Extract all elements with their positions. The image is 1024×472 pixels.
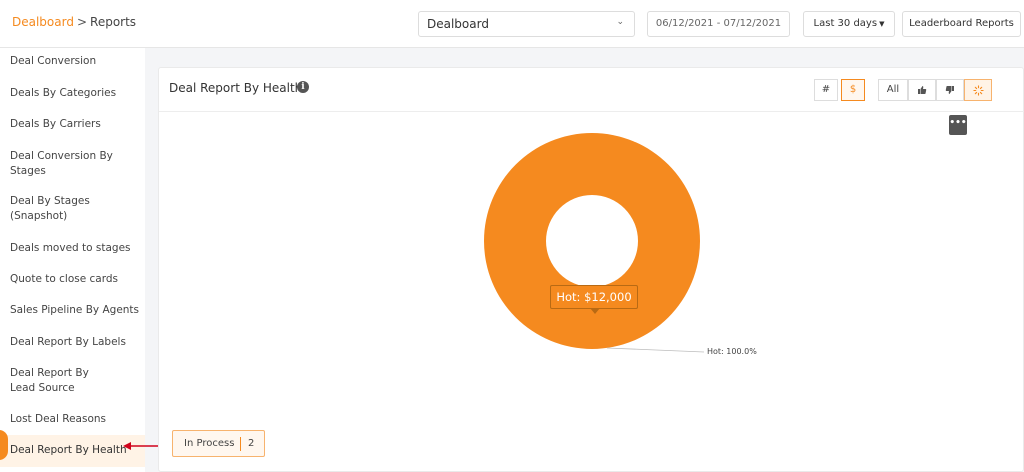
breadcrumb-current: Reports bbox=[90, 15, 137, 29]
sidebar-item-deal-report-by-lead-source[interactable]: Deal Report By Lead Source bbox=[0, 366, 115, 396]
breadcrumb: Dealboard > Reports bbox=[12, 15, 136, 29]
period-label: Last 30 days bbox=[813, 18, 878, 29]
slice-label-hot: Hot: 100.0% bbox=[707, 347, 757, 356]
caret-down-icon: ▼ bbox=[879, 20, 885, 28]
sidebar-item-deals-by-categories[interactable]: Deals By Categories bbox=[0, 86, 145, 101]
status-count: 2 bbox=[248, 438, 255, 449]
sidebar-item-deals-moved-to-stages[interactable]: Deals moved to stages bbox=[0, 241, 145, 256]
sidebar-item-deal-report-by-labels[interactable]: Deal Report By Labels bbox=[0, 335, 145, 350]
chevron-down-icon: ⌄ bbox=[616, 17, 624, 27]
leaderboard-reports-button[interactable]: Leaderboard Reports bbox=[902, 11, 1021, 37]
period-dropdown-button[interactable]: Last 30 days ▼ bbox=[803, 11, 895, 37]
status-chip-in-process[interactable]: In Process 2 bbox=[172, 430, 265, 457]
sidebar-item-sales-pipeline-by-agents[interactable]: Sales Pipeline By Agents bbox=[0, 303, 145, 318]
date-range-input[interactable]: 06/12/2021 - 07/12/2021 bbox=[647, 11, 790, 37]
donut-slice-hot[interactable] bbox=[484, 133, 700, 349]
sidebar-item-deal-conversion-by-stages[interactable]: Deal Conversion By Stages bbox=[0, 149, 120, 179]
top-bar: Dealboard > Reports Dealboard ⌄ 06/12/2021… bbox=[0, 0, 1024, 48]
chart-tooltip: Hot: $12,000 bbox=[550, 285, 638, 314]
status-label: In Process bbox=[184, 438, 235, 449]
breadcrumb-dealboard-link[interactable]: Dealboard bbox=[12, 15, 74, 29]
breadcrumb-separator: > bbox=[76, 15, 88, 29]
board-select-value: Dealboard bbox=[427, 17, 489, 31]
slice-label-leader-line bbox=[606, 347, 705, 353]
status-divider bbox=[240, 437, 241, 451]
red-arrow-annotation bbox=[123, 442, 161, 450]
report-card: Deal Report By Health i # $ All ••• Hot:… bbox=[158, 67, 1024, 472]
sidebar-item-deal-conversion[interactable]: Deal Conversion bbox=[0, 54, 145, 69]
reports-sidebar: Deal Conversion Deals By Categories Deal… bbox=[0, 48, 145, 472]
sidebar-item-lost-deal-reasons[interactable]: Lost Deal Reasons bbox=[0, 412, 145, 427]
sidebar-item-deals-by-carriers[interactable]: Deals By Carriers bbox=[0, 117, 145, 132]
board-select[interactable]: Dealboard ⌄ bbox=[418, 11, 635, 37]
health-donut-chart bbox=[484, 133, 705, 353]
sidebar-item-quote-to-close-cards[interactable]: Quote to close cards bbox=[0, 272, 145, 287]
sidebar-item-deal-by-stages-snapshot[interactable]: Deal By Stages (Snapshot) bbox=[0, 194, 110, 224]
